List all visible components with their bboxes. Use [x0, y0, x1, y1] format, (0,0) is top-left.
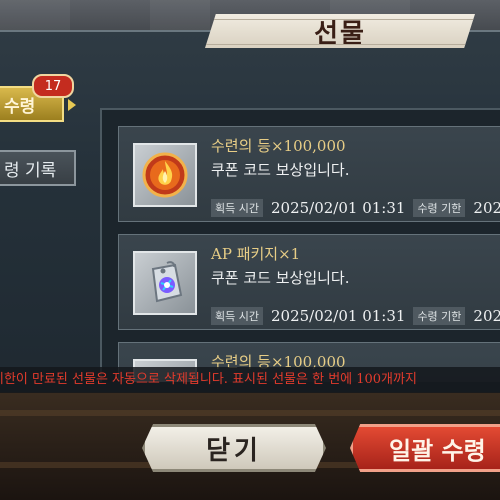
title-banner: 선물 [205, 14, 475, 48]
acquired-time-value: 2025/02/01 01:31 [270, 307, 406, 325]
gift-meta: 획득 시간 2025/02/01 01:31 수령 기한 2025 [211, 307, 500, 325]
close-button[interactable]: 닫기 [142, 424, 326, 472]
gift-card[interactable]: 수련의 등×100,000 쿠폰 코드 보상입니다. 획득 시간 2025/02… [118, 126, 500, 222]
claim-all-button[interactable]: 일괄 수령 [350, 424, 500, 472]
tab-receive-history-label: 령 기록 [4, 160, 57, 181]
claim-deadline-label: 수령 기한 [413, 307, 466, 325]
claim-deadline-value: 2025 [473, 199, 500, 217]
claim-deadline-value: 2025 [473, 307, 500, 325]
background-shelf [0, 410, 500, 416]
flame-orb-icon [142, 152, 188, 198]
gift-icon-frame [133, 143, 197, 207]
gift-name: 수련의 등×100,000 [211, 137, 346, 155]
gift-icon-frame [133, 251, 197, 315]
expiry-notice: 기한이 만료된 선물은 자동으로 삭제됩니다. 표시된 선물은 한 번에 100… [0, 367, 500, 393]
tab-receive-label: 수령 [4, 96, 36, 117]
acquired-time-label: 획득 시간 [211, 307, 263, 325]
claim-deadline-label: 수령 기한 [413, 199, 466, 217]
acquired-time-value: 2025/02/01 01:31 [270, 199, 406, 217]
tab-selected-arrow-icon [68, 99, 76, 111]
gift-description: 쿠폰 코드 보상입니다. [211, 269, 350, 287]
gift-name: AP 패키지×1 [211, 245, 301, 263]
expiry-notice-text: 기한이 만료된 선물은 자동으로 삭제됩니다. 표시된 선물은 한 번에 100… [0, 372, 417, 387]
gift-card[interactable]: AP 패키지×1 쿠폰 코드 보상입니다. 획득 시간 2025/02/01 0… [118, 234, 500, 330]
title-banner-line [205, 19, 475, 45]
unclaimed-count-badge: 17 [32, 74, 74, 98]
tab-receive-history[interactable]: 령 기록 [0, 150, 76, 186]
ap-package-icon [151, 261, 183, 303]
gift-list[interactable]: 수련의 등×100,000 쿠폰 코드 보상입니다. 획득 시간 2025/02… [100, 108, 500, 382]
acquired-time-label: 획득 시간 [211, 199, 263, 217]
gift-description: 쿠폰 코드 보상입니다. [211, 161, 350, 179]
gift-meta: 획득 시간 2025/02/01 01:31 수령 기한 2025 [211, 199, 500, 217]
